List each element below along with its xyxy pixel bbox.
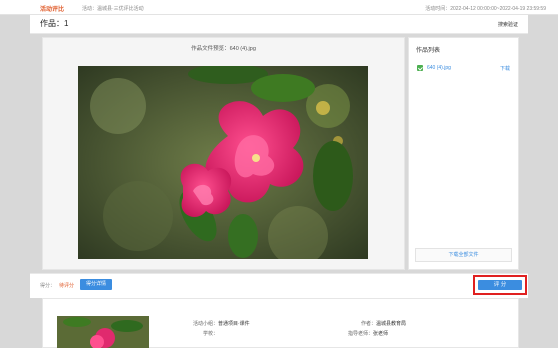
rate-button[interactable]: 评 分	[478, 280, 522, 290]
file-list-title: 作品列表	[416, 48, 441, 54]
category-row: 活动小组：普通项目·课件	[193, 320, 250, 327]
preview-image	[78, 66, 368, 259]
author-label: 作者：	[361, 321, 377, 327]
checkbox-icon[interactable]	[417, 65, 423, 71]
brand-logo[interactable]: 活动评比	[40, 4, 64, 13]
file-list-panel: 作品列表 640 (4).jpg 下载 下载全部文件	[408, 37, 519, 270]
activity-name: 活动：温城县·三优评比活动	[82, 5, 144, 12]
activity-time: 活动时间：2022-04-12 00:00:00~2022-04-19 23:5…	[425, 5, 546, 12]
score-label: 得分：	[40, 283, 56, 289]
file-download-link[interactable]: 下载	[500, 65, 510, 72]
file-name-link[interactable]: 640 (4).jpg	[427, 65, 451, 71]
download-all-button[interactable]: 下载全部文件	[415, 248, 512, 262]
author-value: 温城县教育局	[376, 321, 407, 327]
category-label: 活动小组：	[193, 321, 219, 327]
school-label: 学校：	[203, 331, 219, 337]
rate-highlight-box: 评 分	[473, 275, 527, 295]
preview-title: 作品文件预览：640 (4).jpg	[191, 46, 256, 52]
file-row[interactable]: 640 (4).jpg 下载	[417, 65, 512, 73]
work-details-panel: 活动小组：普通项目·课件 学校： 作者：温城县教育局 指导老师：张老师	[42, 298, 519, 348]
work-thumbnail[interactable]	[57, 316, 149, 348]
score-detail-button[interactable]: 得分详情	[80, 279, 112, 290]
page-header: 作品：1 搜索验证	[30, 15, 528, 34]
author-row: 作者：温城县教育局	[361, 320, 406, 327]
teacher-label: 指导老师：	[348, 331, 374, 337]
teacher-value: 张老师	[373, 331, 389, 337]
score-status: 待评分	[59, 283, 75, 289]
teacher-row: 指导老师：张老师	[348, 330, 388, 337]
preview-panel: 作品文件预览：640 (4).jpg	[42, 37, 405, 270]
top-bar: 活动评比 活动：温城县·三优评比活动 活动时间：2022-04-12 00:00…	[0, 0, 558, 15]
page-title: 作品：1	[40, 19, 69, 28]
score-bar: 得分： 待评分 得分详情 评 分	[30, 273, 528, 298]
search-verify-link[interactable]: 搜索验证	[498, 21, 518, 28]
category-value: 普通项目·课件	[218, 321, 250, 327]
school-row: 学校：	[203, 330, 218, 337]
